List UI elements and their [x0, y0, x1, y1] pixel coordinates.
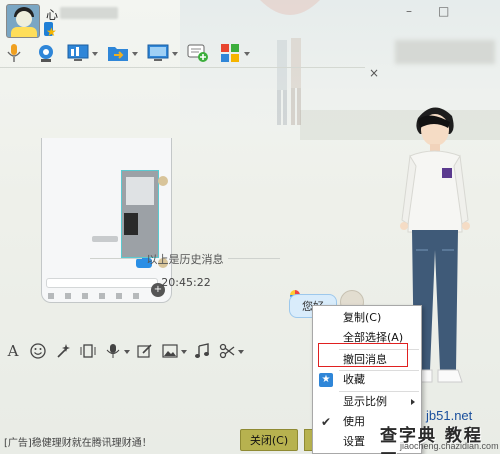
window-shake-button[interactable] — [79, 342, 97, 360]
minimize-button[interactable]: – — [406, 4, 412, 18]
favorite-star-icon: ★ — [319, 373, 333, 387]
message-timestamp: 20:45:22 — [161, 276, 211, 289]
menu-item-label: 设置 — [343, 435, 365, 448]
font-icon: A — [7, 342, 19, 360]
screenshot-thumbnail — [121, 170, 159, 258]
collapse-panel-button[interactable]: × — [369, 66, 379, 80]
menu-item-favorite[interactable]: ★ 收藏 — [313, 370, 421, 390]
image-caption — [92, 236, 118, 242]
contact-avatar[interactable] — [6, 4, 40, 38]
smiley-icon — [30, 343, 46, 359]
folder-icon — [108, 47, 128, 61]
star-icon: ★ — [46, 25, 57, 39]
submenu-arrow-icon — [411, 399, 415, 405]
microphone-icon — [106, 344, 120, 358]
checkmark-icon: ✔ — [320, 415, 332, 429]
contact-name-redaction — [60, 7, 118, 19]
header-redaction — [395, 40, 495, 64]
send-image-button[interactable] — [161, 342, 187, 360]
music-button[interactable] — [193, 342, 211, 360]
menu-item-label: 显示比例 — [343, 395, 387, 408]
edit-icon — [137, 344, 152, 358]
chat-add-icon — [187, 44, 208, 62]
watermark-url: jiaocheng.chazidian.com — [400, 441, 499, 451]
recall-highlight-annotation — [318, 343, 408, 367]
menu-item-label: 使用 — [343, 415, 365, 428]
video-call-button[interactable] — [34, 42, 58, 64]
send-file-button[interactable] — [106, 42, 138, 64]
remote-assist-button[interactable] — [66, 42, 98, 64]
maximize-button[interactable]: □ — [438, 4, 449, 18]
input-toolbar: A — [4, 341, 250, 361]
shake-icon — [80, 344, 96, 358]
voice-message-button[interactable] — [104, 342, 130, 360]
menu-item-label: 收藏 — [343, 373, 365, 386]
magic-expression-button[interactable] — [54, 342, 72, 360]
ad-link[interactable]: [广告]稳健理财就在腾讯理财通！ — [4, 434, 152, 449]
microphone-icon — [7, 44, 21, 62]
new-discussion-button[interactable] — [186, 42, 210, 64]
menu-item-display-ratio[interactable]: 显示比例 — [313, 392, 421, 412]
share-screen-button[interactable] — [146, 42, 178, 64]
screenshot-button[interactable] — [218, 342, 244, 360]
image-icon-row — [48, 293, 148, 299]
main-toolbar — [2, 40, 258, 66]
screen-share-icon — [147, 44, 169, 61]
magic-wand-icon — [57, 344, 70, 358]
webcam-icon — [39, 45, 53, 62]
menu-item-copy[interactable]: 复制(C) — [313, 308, 421, 328]
menu-item-label: 复制(C) — [343, 311, 382, 324]
monitor-icon — [67, 44, 89, 61]
contact-name: 心 — [46, 8, 59, 22]
app-grid-icon — [221, 44, 239, 62]
image-icon — [162, 344, 178, 358]
mini-avatar — [158, 176, 168, 186]
chat-history-area[interactable]: + 以上是历史消息 20:45:22 您好 — [0, 68, 370, 338]
chat-header: 心 ★ – □ — [0, 0, 500, 40]
apps-button[interactable] — [218, 42, 250, 64]
history-divider-label: 以上是历史消息 — [90, 251, 280, 267]
voice-call-button[interactable] — [2, 42, 26, 64]
music-note-icon — [195, 343, 209, 358]
scissors-icon — [219, 343, 235, 359]
emoji-button[interactable] — [29, 342, 47, 360]
handwriting-button[interactable] — [136, 342, 154, 360]
close-button[interactable]: 关闭(C) — [240, 429, 298, 451]
image-input-bar — [46, 278, 158, 288]
font-button[interactable]: A — [4, 342, 22, 360]
